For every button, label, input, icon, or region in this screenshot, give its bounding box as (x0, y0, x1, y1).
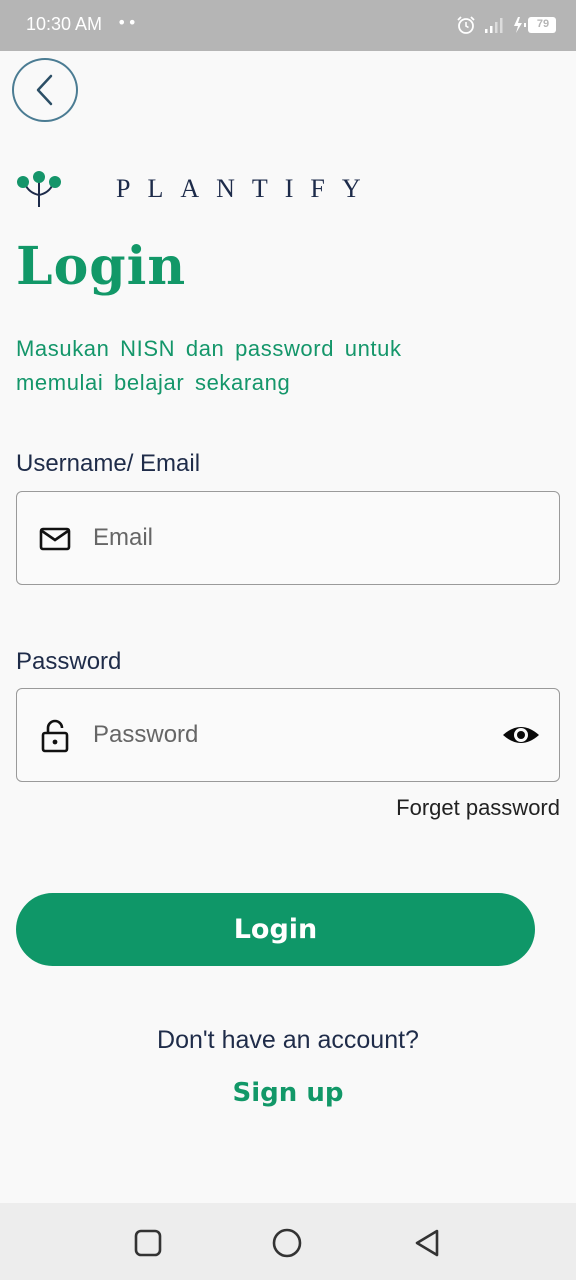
subtitle: Masukan NISN dan password untuk memulai … (16, 332, 456, 400)
battery-level: 79 (536, 18, 550, 30)
lock-icon (41, 719, 69, 753)
forget-password-link[interactable]: Forget password (396, 795, 560, 821)
signup-link[interactable]: Sign up (0, 1078, 576, 1108)
password-field-container[interactable] (16, 688, 560, 782)
status-bar: 10:30 AM •• 79 (0, 0, 576, 51)
subtitle-line-1: Masukan NISN dan password untuk (16, 336, 402, 361)
back-button[interactable] (12, 58, 78, 122)
back-nav-icon[interactable] (410, 1226, 444, 1260)
home-icon[interactable] (270, 1226, 304, 1260)
subtitle-line-2: memulai belajar sekarang (16, 370, 291, 395)
password-input[interactable] (93, 709, 493, 761)
eye-icon[interactable] (501, 717, 541, 753)
brand-name: PLANTIFY (116, 174, 378, 203)
plant-logo-icon (17, 171, 61, 207)
password-label: Password (16, 648, 122, 675)
notification-dots: •• (117, 13, 138, 32)
chevron-left-icon (36, 74, 53, 106)
page-title: Login (16, 236, 187, 297)
signal-icon (485, 18, 503, 33)
login-button[interactable]: Login (16, 893, 535, 966)
email-input[interactable] (93, 512, 493, 564)
login-screen: 10:30 AM •• 79 PLANTIFY Login Masukan NI… (0, 0, 576, 1280)
email-field-container[interactable] (16, 491, 560, 585)
recent-apps-icon[interactable] (131, 1226, 165, 1260)
signup-prompt: Don't have an account? (157, 1026, 419, 1054)
system-nav-bar (0, 1203, 576, 1280)
username-label: Username/ Email (16, 450, 201, 477)
mail-icon (39, 527, 71, 551)
status-time: 10:30 AM (26, 14, 103, 34)
alarm-icon (457, 16, 475, 34)
